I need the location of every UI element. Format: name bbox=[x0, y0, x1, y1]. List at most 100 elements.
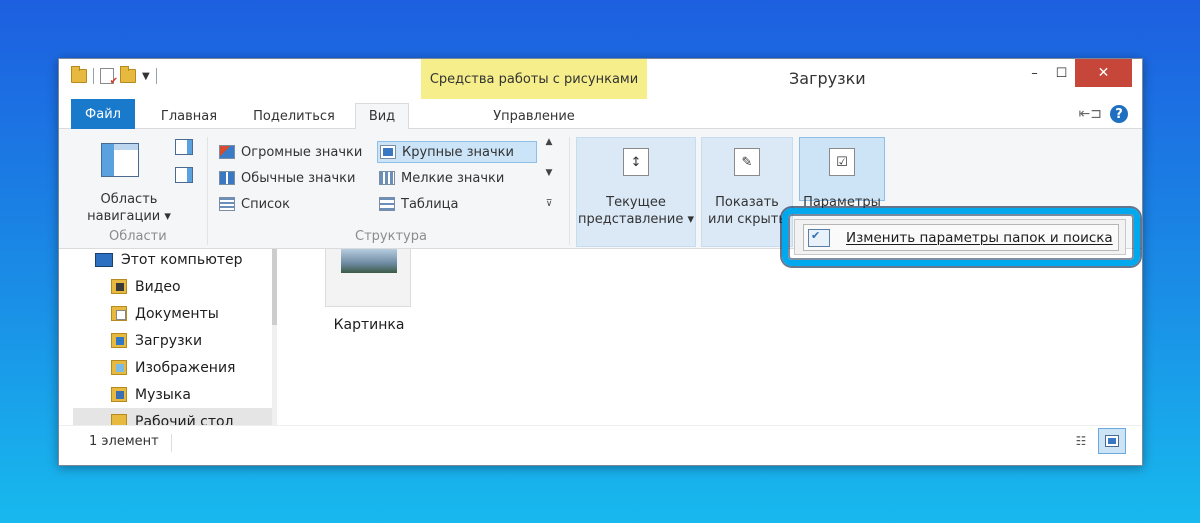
show-hide-button[interactable]: ✎ Показать или скрыть bbox=[701, 137, 793, 247]
menu-item-label: Изменить параметры папок и поиска bbox=[846, 229, 1113, 246]
tree-item-this-pc[interactable]: Этот компьютер bbox=[95, 249, 277, 273]
content-area: Этот компьютер Видео Документы Загрузки … bbox=[59, 249, 1142, 425]
music-folder-icon bbox=[111, 387, 127, 402]
layout-medium-icons[interactable]: Обычные значки bbox=[217, 167, 377, 189]
large-icons-view-icon bbox=[1105, 435, 1119, 447]
tab-home[interactable]: Главная bbox=[149, 103, 229, 129]
navigation-pane-icon bbox=[101, 143, 139, 177]
tree-item-label: Документы bbox=[135, 305, 219, 322]
navigation-pane-button[interactable]: Область навигации ▾ bbox=[79, 135, 171, 225]
expand-gallery-icon[interactable]: ⊽ bbox=[546, 199, 553, 209]
computer-icon bbox=[95, 252, 113, 267]
large-icons-icon bbox=[380, 145, 396, 159]
properties-icon[interactable] bbox=[100, 68, 118, 87]
tree-item-music[interactable]: Музыка bbox=[111, 381, 277, 408]
minimize-button[interactable]: – bbox=[1021, 59, 1048, 87]
image-thumbnail bbox=[341, 249, 397, 273]
title-bar: ▼ Средства работы с рисунками Загрузки –… bbox=[59, 59, 1142, 99]
layout-small-icons[interactable]: Мелкие значки bbox=[377, 167, 537, 189]
panes-group-label: Области bbox=[109, 229, 167, 244]
status-separator bbox=[171, 434, 172, 452]
preview-pane-icon[interactable] bbox=[175, 139, 193, 155]
tree-item-downloads[interactable]: Загрузки bbox=[111, 327, 277, 354]
window-title: Загрузки bbox=[789, 69, 866, 88]
tree-item-videos[interactable]: Видео bbox=[111, 273, 277, 300]
medium-icons-icon bbox=[219, 171, 235, 185]
scroll-up-icon[interactable]: ▲ bbox=[546, 137, 553, 147]
help-icon[interactable]: ? bbox=[1110, 105, 1128, 123]
details-pane-icon[interactable] bbox=[175, 167, 193, 183]
show-hide-icon: ✎ bbox=[734, 148, 760, 176]
layout-gallery-scroller[interactable]: ▲ ▼ ⊽ bbox=[541, 137, 557, 209]
layout-details[interactable]: Таблица bbox=[377, 193, 537, 215]
tree-item-label: Музыка bbox=[135, 386, 191, 403]
options-icon: ☑ bbox=[829, 148, 855, 176]
change-folder-options-item[interactable]: Изменить параметры папок и поиска bbox=[803, 224, 1119, 251]
ribbon-right-controls: ⇤⊐ ? bbox=[1079, 105, 1128, 123]
scroll-down-icon[interactable]: ▼ bbox=[546, 168, 553, 178]
layout-group-label: Структура bbox=[355, 229, 427, 244]
ribbon-tabs: Файл Главная Поделиться Вид Управление ⇤… bbox=[59, 99, 1142, 130]
layout-item-label: Обычные значки bbox=[241, 170, 356, 186]
options-button[interactable]: ☑ Параметры bbox=[799, 137, 885, 210]
navigation-pane-scrollbar[interactable]: ∨ bbox=[272, 249, 277, 425]
videos-folder-icon bbox=[111, 279, 127, 294]
status-bar: 1 элемент ☷ bbox=[59, 425, 1142, 465]
layout-item-label: Крупные значки bbox=[402, 144, 514, 160]
new-folder-icon[interactable] bbox=[120, 66, 136, 83]
tree-item-label: Загрузки bbox=[135, 332, 203, 349]
pictures-folder-icon bbox=[111, 360, 127, 375]
details-view-icon[interactable]: ☷ bbox=[1072, 432, 1090, 450]
scrollbar-thumb[interactable] bbox=[272, 249, 277, 325]
tree-item-label: Видео bbox=[135, 278, 181, 295]
contextual-tab-header: Средства работы с рисунками bbox=[421, 59, 647, 99]
downloads-folder-icon bbox=[111, 333, 127, 348]
file-item-thumbnail[interactable] bbox=[325, 249, 411, 307]
tab-view[interactable]: Вид bbox=[355, 103, 409, 130]
item-count: 1 элемент bbox=[89, 434, 159, 449]
small-icons-icon bbox=[379, 171, 395, 185]
navigation-pane: Этот компьютер Видео Документы Загрузки … bbox=[73, 249, 277, 425]
huge-icons-icon bbox=[219, 145, 235, 159]
current-view-label: Текущее представление ▾ bbox=[578, 195, 694, 227]
quick-access-toolbar: ▼ bbox=[71, 66, 157, 87]
toolbar-separator bbox=[93, 68, 94, 84]
tab-file[interactable]: Файл bbox=[71, 99, 135, 129]
layout-item-label: Таблица bbox=[401, 196, 459, 212]
tab-manage[interactable]: Управление bbox=[421, 103, 647, 129]
toolbar-separator bbox=[155, 68, 157, 84]
details-icon bbox=[379, 197, 395, 211]
options-dropdown-menu: Изменить параметры папок и поиска bbox=[794, 219, 1126, 255]
layout-extra-large-icons[interactable]: Огромные значки bbox=[217, 141, 377, 163]
list-icon bbox=[219, 197, 235, 211]
group-separator bbox=[207, 137, 208, 245]
layout-item-label: Список bbox=[241, 196, 290, 212]
pin-ribbon-icon[interactable]: ⇤⊐ bbox=[1079, 106, 1102, 122]
close-button[interactable]: ✕ bbox=[1075, 59, 1132, 87]
desktop-folder-icon bbox=[111, 414, 127, 425]
window-controls: – ☐ ✕ bbox=[1021, 59, 1132, 87]
tree-item-label: Рабочий стол bbox=[135, 413, 234, 426]
folder-icon[interactable] bbox=[71, 66, 87, 83]
file-item-name[interactable]: Картинка bbox=[321, 317, 417, 333]
layout-item-label: Мелкие значки bbox=[401, 170, 505, 186]
sort-by-icon: ↕ bbox=[623, 148, 649, 176]
maximize-button[interactable]: ☐ bbox=[1048, 59, 1075, 87]
show-hide-label: Показать или скрыть bbox=[707, 195, 787, 227]
folder-options-icon bbox=[808, 228, 830, 247]
tree-item-documents[interactable]: Документы bbox=[111, 300, 277, 327]
large-icons-view-button[interactable] bbox=[1098, 428, 1126, 454]
layout-large-icons[interactable]: Крупные значки bbox=[377, 141, 537, 163]
tree-item-pictures[interactable]: Изображения bbox=[111, 354, 277, 381]
layout-list[interactable]: Список bbox=[217, 193, 377, 215]
customize-toolbar-chevron-icon[interactable]: ▼ bbox=[142, 71, 150, 82]
tree-item-desktop[interactable]: Рабочий стол bbox=[73, 408, 273, 425]
current-view-button[interactable]: ↕ Текущее представление ▾ bbox=[576, 137, 696, 247]
tree-item-label: Этот компьютер bbox=[121, 251, 243, 268]
layout-item-label: Огромные значки bbox=[241, 144, 363, 160]
scroll-down-icon[interactable]: ∨ bbox=[272, 406, 277, 417]
tree-item-label: Изображения bbox=[135, 359, 236, 376]
documents-folder-icon bbox=[111, 306, 127, 321]
tab-share[interactable]: Поделиться bbox=[239, 103, 349, 129]
group-separator bbox=[569, 137, 570, 245]
